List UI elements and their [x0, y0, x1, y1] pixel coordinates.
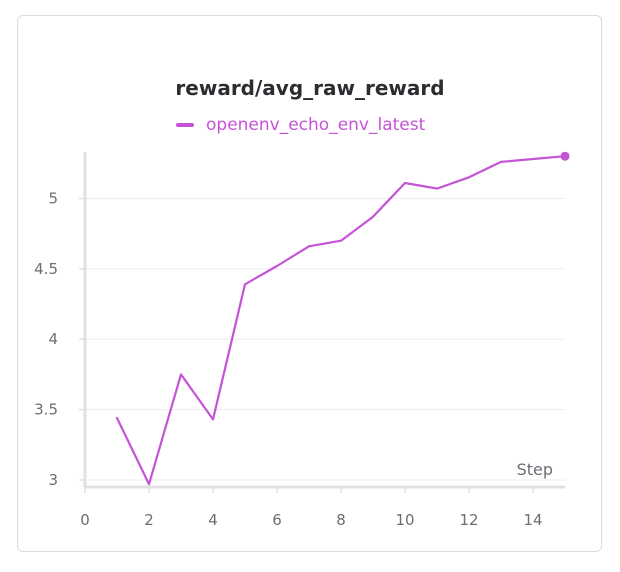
- data-point[interactable]: [466, 174, 472, 180]
- data-point[interactable]: [402, 180, 408, 186]
- x-tick-label: 6: [272, 511, 282, 529]
- data-point[interactable]: [178, 371, 184, 377]
- x-tick-label: 0: [80, 511, 90, 529]
- data-point[interactable]: [210, 416, 216, 422]
- data-point[interactable]: [338, 238, 344, 244]
- data-point[interactable]: [242, 281, 248, 287]
- data-point[interactable]: [306, 243, 312, 249]
- data-point[interactable]: [114, 415, 120, 421]
- x-tick-label: 10: [395, 511, 414, 529]
- y-tick-label: 3: [48, 471, 58, 489]
- data-point[interactable]: [274, 263, 280, 269]
- x-tick-label: 8: [336, 511, 346, 529]
- x-tick-label: 12: [459, 511, 478, 529]
- x-axis-label: Step: [517, 460, 553, 479]
- data-point[interactable]: [146, 481, 152, 487]
- y-tick-label: 5: [48, 189, 58, 207]
- y-tick-label: 3.5: [34, 401, 58, 419]
- data-point[interactable]: [498, 159, 504, 165]
- line-chart[interactable]: 3 3.5 4 4.5 5 0 2 4 6 8 10 12 14 Step: [0, 0, 620, 572]
- series-end-point[interactable]: [560, 151, 570, 161]
- x-tick-label: 14: [523, 511, 542, 529]
- y-tick-label: 4.5: [34, 260, 58, 278]
- series-line[interactable]: [115, 155, 567, 486]
- x-tick-label: 2: [144, 511, 154, 529]
- data-point[interactable]: [530, 156, 536, 162]
- y-tick-label: 4: [48, 330, 58, 348]
- x-tick-label: 4: [208, 511, 218, 529]
- data-point[interactable]: [434, 186, 440, 192]
- data-point[interactable]: [370, 214, 376, 220]
